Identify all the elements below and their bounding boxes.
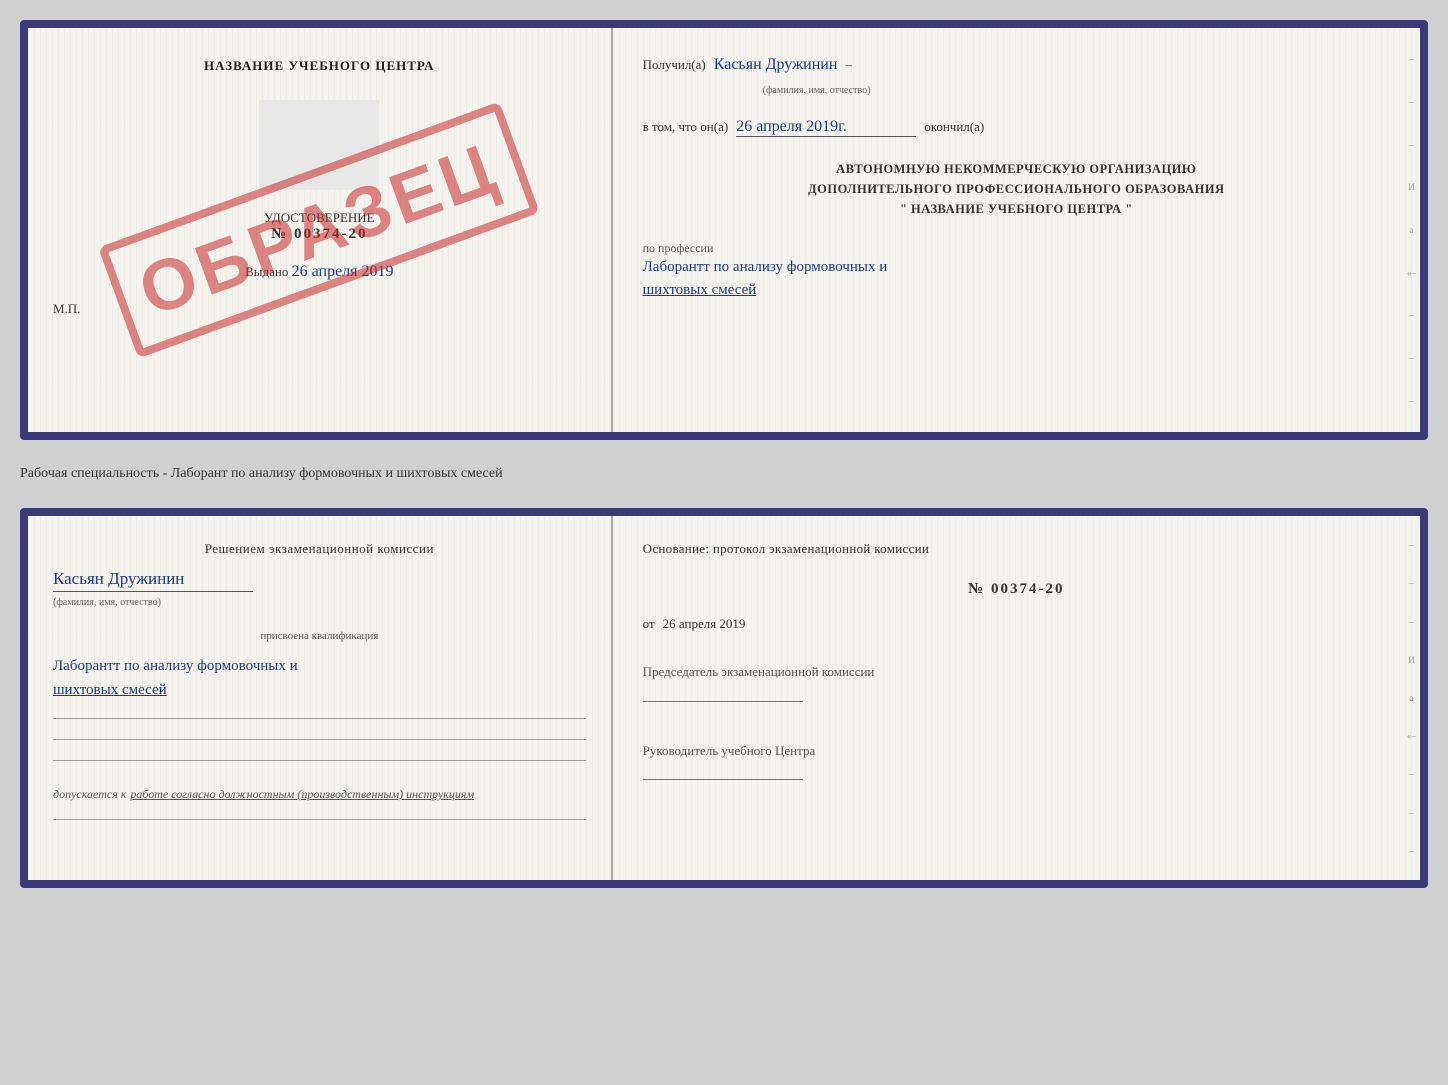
top-document-card: НАЗВАНИЕ УЧЕБНОГО ЦЕНТРА УДОСТОВЕРЕНИЕ №… bbox=[20, 20, 1428, 440]
chairman-label: Председатель экзаменационной комиссии bbox=[643, 662, 1390, 682]
cert-label: УДОСТОВЕРЕНИЕ bbox=[264, 210, 375, 226]
side-char-6: – bbox=[1407, 353, 1416, 363]
dash-label: – bbox=[845, 57, 852, 73]
director-block: Руководитель учебного Центра bbox=[643, 741, 1390, 786]
mp-label: М.П. bbox=[53, 301, 80, 317]
b-side-char-4: «– bbox=[1407, 731, 1416, 741]
chairman-block: Председатель экзаменационной комиссии bbox=[643, 662, 1390, 707]
side-char-1: – bbox=[1407, 54, 1416, 64]
protocol-number: № 00374-20 bbox=[643, 581, 1390, 598]
profession-label: по профессии bbox=[643, 241, 1390, 256]
допуск-block: допускается к работе согласно должностны… bbox=[53, 785, 586, 803]
side-char-7: – bbox=[1407, 396, 1416, 406]
cert-photo-placeholder bbox=[259, 100, 379, 190]
bottom-left-panel: Решением экзаменационной комиссии Касьян… bbox=[28, 516, 613, 880]
issued-label: Выдано bbox=[245, 264, 288, 279]
bottom-profession-line1: Лаборантт по анализу формовочных и bbox=[53, 654, 586, 678]
chairman-signature-line bbox=[643, 682, 803, 702]
side-char-а: а bbox=[1407, 225, 1416, 235]
bottom-right-panel: Основание: протокол экзаменационной коми… bbox=[613, 516, 1420, 880]
decision-title: Решением экзаменационной комиссии bbox=[53, 541, 586, 557]
side-char-2: – bbox=[1407, 97, 1416, 107]
separator-line-4 bbox=[53, 819, 586, 820]
page-wrapper: НАЗВАНИЕ УЧЕБНОГО ЦЕНТРА УДОСТОВЕРЕНИЕ №… bbox=[20, 20, 1428, 888]
received-name: Касьян Дружинин bbox=[714, 56, 838, 74]
completed-row: в том, что он(а) 26 апреля 2019г. окончи… bbox=[643, 118, 1390, 137]
from-date-row: от 26 апреля 2019 bbox=[643, 616, 1390, 632]
separator-line-3 bbox=[53, 760, 586, 761]
director-signature-line bbox=[643, 760, 803, 780]
received-row: Получил(а) Касьян Дружинин – bbox=[643, 56, 1390, 74]
separator-line-2 bbox=[53, 739, 586, 740]
side-char-3: – bbox=[1407, 140, 1416, 150]
bottom-profession-block: Лаборантт по анализу формовочных и шихто… bbox=[53, 654, 586, 702]
b-side-char-3: – bbox=[1407, 617, 1416, 627]
profession-line1: Лаборантт по анализу формовочных и bbox=[643, 256, 1390, 279]
org-line3: " НАЗВАНИЕ УЧЕБНОГО ЦЕНТРА " bbox=[643, 199, 1390, 219]
fio-sub-label-bottom: (фамилия, имя, отчество) bbox=[53, 597, 161, 608]
from-label: от bbox=[643, 616, 655, 632]
school-title-top: НАЗВАНИЕ УЧЕБНОГО ЦЕНТРА bbox=[204, 58, 435, 74]
b-side-char-2: – bbox=[1407, 578, 1416, 588]
received-label: Получил(а) bbox=[643, 57, 706, 73]
side-char-и: И bbox=[1407, 182, 1416, 192]
director-label: Руководитель учебного Центра bbox=[643, 741, 1390, 761]
completed-suffix: окончил(а) bbox=[924, 119, 984, 135]
bottom-profession-line2: шихтовых смесей bbox=[53, 678, 586, 702]
bottom-document-card: Решением экзаменационной комиссии Касьян… bbox=[20, 508, 1428, 888]
bottom-name-row: Касьян Дружинин (фамилия, имя, отчество) bbox=[53, 569, 586, 610]
cert-issued-row: Выдано 26 апреля 2019 bbox=[245, 263, 393, 281]
b-side-char-и: И bbox=[1407, 655, 1416, 665]
b-side-char-7: – bbox=[1407, 846, 1416, 856]
b-side-char-1: – bbox=[1407, 540, 1416, 550]
org-line2: ДОПОЛНИТЕЛЬНОГО ПРОФЕССИОНАЛЬНОГО ОБРАЗО… bbox=[643, 179, 1390, 199]
top-left-panel: НАЗВАНИЕ УЧЕБНОГО ЦЕНТРА УДОСТОВЕРЕНИЕ №… bbox=[28, 28, 613, 432]
completed-prefix: в том, что он(а) bbox=[643, 119, 729, 135]
from-date: 26 апреля 2019 bbox=[663, 616, 746, 632]
separator-line-1 bbox=[53, 718, 586, 719]
bottom-name: Касьян Дружинин bbox=[53, 569, 253, 592]
org-line1: АВТОНОМНУЮ НЕКОММЕРЧЕСКУЮ ОРГАНИЗАЦИЮ bbox=[643, 159, 1390, 179]
b-side-char-6: – bbox=[1407, 808, 1416, 818]
completed-date: 26 апреля 2019г. bbox=[736, 118, 916, 137]
top-right-panel: Получил(а) Касьян Дружинин – (фамилия, и… bbox=[613, 28, 1420, 432]
side-char-5: – bbox=[1407, 310, 1416, 320]
profession-line2: шихтовых смесей bbox=[643, 279, 1390, 302]
b-side-char-5: – bbox=[1407, 769, 1416, 779]
profession-block: по профессии Лаборантт по анализу формов… bbox=[643, 241, 1390, 301]
cert-number: № 00374-20 bbox=[271, 226, 367, 243]
side-char-4: «– bbox=[1407, 268, 1416, 278]
issued-date: 26 апреля 2019 bbox=[292, 263, 394, 280]
допуск-label: допускается к bbox=[53, 787, 126, 801]
qualification-label: присвоена квалификация bbox=[53, 630, 586, 642]
middle-specialty-text: Рабочая специальность - Лаборант по анал… bbox=[20, 458, 1428, 490]
basis-label: Основание: протокол экзаменационной коми… bbox=[643, 541, 1390, 557]
fio-sub-label-top: (фамилия, имя, отчество) bbox=[763, 85, 871, 96]
b-side-char-а: а bbox=[1407, 693, 1416, 703]
org-block: АВТОНОМНУЮ НЕКОММЕРЧЕСКУЮ ОРГАНИЗАЦИЮ ДО… bbox=[643, 159, 1390, 219]
допуск-text: работе согласно должностным (производств… bbox=[130, 787, 474, 801]
